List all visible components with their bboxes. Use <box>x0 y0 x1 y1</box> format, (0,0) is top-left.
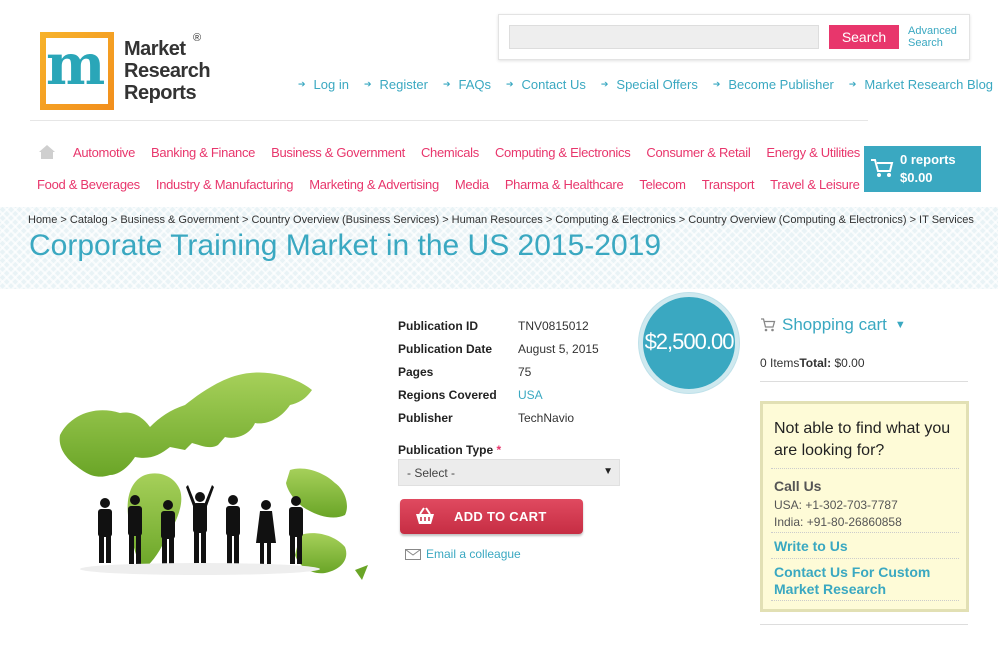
publication-date-label: Publication Date <box>398 341 493 356</box>
advanced-search-link[interactable]: Advanced Search <box>908 25 957 49</box>
cart-icon <box>871 159 894 177</box>
category-industry-manufacturing[interactable]: Industry & Manufacturing <box>156 177 294 192</box>
arrow-icon: ➔ <box>442 79 451 89</box>
category-banking-finance[interactable]: Banking & Finance <box>151 145 255 160</box>
publication-id: TNV0815012 <box>518 318 589 333</box>
divider <box>760 381 968 382</box>
search-bar: Search Advanced Search <box>498 14 970 60</box>
publisher-label: Publisher <box>398 410 453 425</box>
usa-phone: USA: +1-302-703-7787 <box>774 498 898 512</box>
cart-count: 0 reports <box>900 152 956 167</box>
category-media[interactable]: Media <box>455 177 489 192</box>
price-badge: $2,500.00 <box>639 293 739 393</box>
pages-label: Pages <box>398 364 434 379</box>
top-link-special-offers[interactable]: ➔ Special Offers <box>601 77 698 92</box>
basket-icon <box>416 507 434 524</box>
category-consumer-retail[interactable]: Consumer & Retail <box>646 145 750 160</box>
category-nav-row1: Automotive Banking & Finance Business & … <box>73 145 876 160</box>
regions-label: Regions Covered <box>398 387 497 402</box>
top-link-become-publisher[interactable]: ➔ Become Publisher <box>713 77 834 92</box>
publication-type-select[interactable]: - Select - ▼ <box>398 459 620 486</box>
category-pharma-healthcare[interactable]: Pharma & Healthcare <box>505 177 624 192</box>
category-nav-row2: Food & Beverages Industry & Manufacturin… <box>37 177 876 192</box>
category-travel-leisure[interactable]: Travel & Leisure <box>770 177 860 192</box>
help-box: Not able to find what you are looking fo… <box>760 401 969 612</box>
publication-type-label: Publication Type * <box>398 443 502 457</box>
shopping-cart-heading[interactable]: Shopping cart ▼ <box>760 315 906 335</box>
site-logo[interactable]: m Market Research Reports ® <box>40 32 215 112</box>
category-transport[interactable]: Transport <box>702 177 755 192</box>
product-image <box>59 372 368 580</box>
regions-link[interactable]: USA <box>518 388 543 402</box>
top-link-blog[interactable]: ➔ Market Research Blog <box>849 77 993 92</box>
cart-summary: 0 ItemsTotal: $0.00 <box>760 356 865 370</box>
category-chemicals[interactable]: Chemicals <box>421 145 479 160</box>
header-cart[interactable]: 0 reports $0.00 <box>864 146 981 192</box>
add-to-cart-button[interactable]: ADD TO CART <box>400 499 583 534</box>
pages: 75 <box>518 364 532 379</box>
arrow-icon: ➔ <box>298 79 306 89</box>
home-icon[interactable] <box>38 144 56 160</box>
caret-down-icon: ▼ <box>603 466 613 477</box>
publication-date: August 5, 2015 <box>518 341 599 356</box>
chevron-down-icon: ▼ <box>894 319 906 331</box>
required-marker: * <box>496 443 502 457</box>
registered-mark: ® <box>193 32 202 44</box>
arrow-icon: ➔ <box>363 79 372 89</box>
category-energy-utilities[interactable]: Energy & Utilities <box>766 145 860 160</box>
search-button[interactable]: Search <box>829 25 899 49</box>
top-link-login[interactable]: ➔ Log in <box>298 77 349 92</box>
top-links: ➔ Log in ➔ Register ➔ FAQs ➔ Contact Us ➔ Spe… <box>298 77 993 92</box>
top-link-register[interactable]: ➔ Register <box>364 77 428 92</box>
top-link-faqs[interactable]: ➔ FAQs <box>443 77 491 92</box>
publisher: TechNavio <box>518 410 575 425</box>
arrow-icon: ➔ <box>848 79 857 89</box>
logo-text: Market Research Reports <box>124 38 211 104</box>
product-details: Publication ID TNV0815012 Publication Dat… <box>398 314 599 429</box>
call-us-heading: Call Us <box>774 478 822 494</box>
title-banner: Home > Catalog > Business & Government >… <box>0 207 998 289</box>
top-link-contact[interactable]: ➔ Contact Us <box>506 77 586 92</box>
category-computing-electronics[interactable]: Computing & Electronics <box>495 145 631 160</box>
arrow-icon: ➔ <box>600 79 609 89</box>
search-input[interactable] <box>509 25 819 49</box>
header-divider <box>30 120 868 121</box>
envelope-icon <box>405 548 421 560</box>
email-colleague-link[interactable]: Email a colleague <box>405 547 521 561</box>
publication-id-label: Publication ID <box>398 318 479 333</box>
custom-research-link[interactable]: Contact Us For Custom Market Research <box>774 564 964 598</box>
arrow-icon: ➔ <box>712 79 721 89</box>
help-question: Not able to find what you are looking fo… <box>774 420 951 459</box>
category-automotive[interactable]: Automotive <box>73 145 135 160</box>
price: $2,500.00 <box>644 329 735 354</box>
category-food-beverages[interactable]: Food & Beverages <box>37 177 140 192</box>
india-phone: India: +91-80-26860858 <box>774 515 902 529</box>
category-telecom[interactable]: Telecom <box>639 177 686 192</box>
logo-mark: m <box>40 32 114 110</box>
category-marketing-advertising[interactable]: Marketing & Advertising <box>309 177 439 192</box>
cart-total: $0.00 <box>900 170 933 185</box>
write-to-us-link[interactable]: Write to Us <box>774 538 964 555</box>
arrow-icon: ➔ <box>506 79 514 89</box>
breadcrumb[interactable]: Home > Catalog > Business & Government >… <box>28 214 974 226</box>
page-title: Corporate Training Market in the US 2015… <box>29 229 662 262</box>
cart-icon <box>761 318 776 332</box>
divider <box>760 624 968 625</box>
category-business-government[interactable]: Business & Government <box>271 145 405 160</box>
